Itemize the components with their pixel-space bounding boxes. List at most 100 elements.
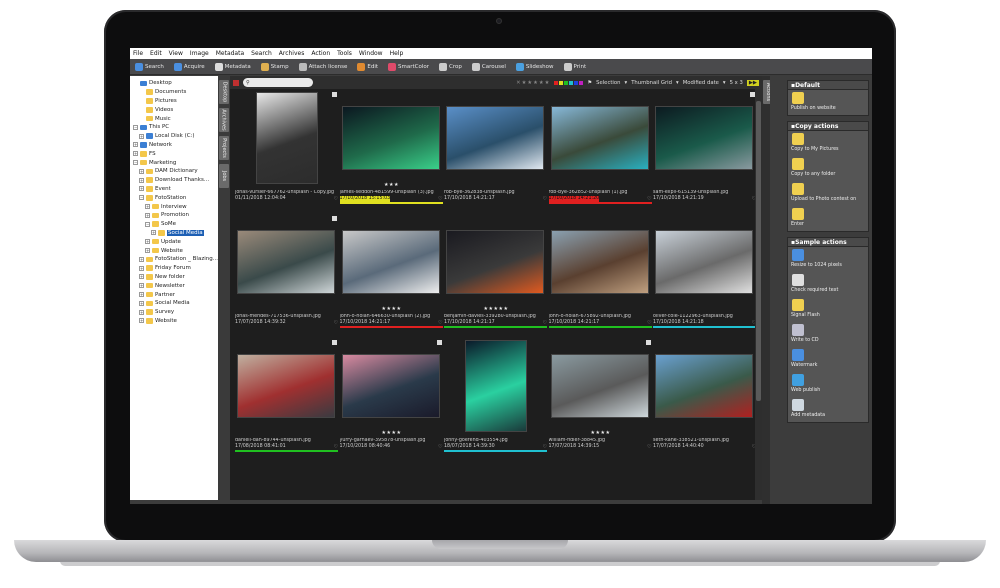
tree-item[interactable]: + Social Media bbox=[130, 299, 218, 308]
tab-archives[interactable]: Archives bbox=[219, 108, 229, 132]
expander-icon[interactable]: + bbox=[139, 186, 144, 192]
thumbnail-cell[interactable]: oliver-cole-1122963-unsplash.jpg 17/10/20… bbox=[652, 216, 758, 336]
grid-size-dropdown[interactable]: 5 x 3 bbox=[730, 80, 743, 86]
action-item[interactable]: Enter bbox=[788, 206, 868, 231]
expander-icon[interactable]: + bbox=[139, 309, 144, 315]
action-item[interactable]: Copy to any folder bbox=[788, 156, 868, 181]
menu-item-window[interactable]: Window bbox=[359, 50, 383, 57]
flag-icon[interactable] bbox=[436, 340, 442, 345]
toolbar-print-button[interactable]: Print bbox=[562, 60, 589, 73]
flag-filter-icon[interactable]: ⚑ bbox=[587, 80, 592, 86]
tree-item[interactable]: + Newsletter bbox=[130, 281, 218, 290]
photo-thumbnail[interactable] bbox=[550, 230, 649, 294]
expander-icon[interactable]: + bbox=[133, 151, 138, 157]
photo-thumbnail[interactable] bbox=[550, 354, 649, 418]
expander-icon[interactable]: + bbox=[133, 142, 138, 148]
heart-icon[interactable]: ♡ bbox=[334, 444, 338, 450]
tree-item[interactable]: + FS bbox=[130, 149, 218, 158]
menu-item-edit[interactable]: Edit bbox=[150, 50, 162, 57]
heart-icon[interactable]: ♡ bbox=[543, 444, 547, 450]
action-item[interactable]: Copy to My Pictures bbox=[788, 131, 868, 156]
tree-item[interactable]: + Network bbox=[130, 141, 218, 150]
tree-item[interactable]: + Local Disk (C:) bbox=[130, 132, 218, 141]
heart-icon[interactable]: ♡ bbox=[334, 320, 338, 326]
rating-stars[interactable]: ★★★★ bbox=[339, 430, 445, 436]
rating-stars[interactable]: ★★★ bbox=[339, 182, 445, 188]
tab-jobs[interactable]: Jobs bbox=[219, 164, 229, 188]
toolbar-metadata-button[interactable]: Metadata bbox=[213, 60, 253, 73]
photo-thumbnail[interactable] bbox=[446, 106, 544, 170]
heart-icon[interactable]: ♡ bbox=[647, 196, 651, 202]
photo-thumbnail[interactable] bbox=[256, 92, 318, 184]
expander-icon[interactable]: + bbox=[139, 292, 144, 298]
toolbar-smartcolor-button[interactable]: SmartColor bbox=[386, 60, 431, 73]
action-item[interactable]: Upload to Photo contest on bbox=[788, 181, 868, 206]
menu-item-archives[interactable]: Archives bbox=[279, 50, 305, 57]
thumbnail-cell[interactable]: ★★★★ william-fidler-38845.jpg 17/07/2018 1… bbox=[548, 340, 654, 460]
toolbar-attach-license-button[interactable]: Attach license bbox=[297, 60, 350, 73]
heart-icon[interactable]: ♡ bbox=[438, 320, 442, 326]
photo-thumbnail[interactable] bbox=[465, 340, 527, 432]
photo-thumbnail[interactable] bbox=[655, 354, 753, 418]
next-icon[interactable]: ▶▶ bbox=[746, 79, 759, 86]
menu-item-action[interactable]: Action bbox=[311, 50, 330, 57]
menu-item-image[interactable]: Image bbox=[190, 50, 209, 57]
thumbnail-cell[interactable]: jonas-vursler-667762-unsplash - Copy.jpg… bbox=[234, 92, 340, 212]
flag-icon[interactable] bbox=[645, 340, 651, 345]
expander-icon[interactable]: + bbox=[145, 248, 150, 254]
menu-item-help[interactable]: Help bbox=[390, 50, 404, 57]
view-mode-dropdown[interactable]: Thumbnail Grid bbox=[631, 80, 672, 86]
tree-item[interactable]: + Interview bbox=[130, 202, 218, 211]
heart-icon[interactable]: ♡ bbox=[334, 196, 338, 202]
expander-icon[interactable]: − bbox=[133, 124, 138, 130]
expander-icon[interactable] bbox=[139, 116, 144, 121]
toolbar-carousel-button[interactable]: Carousel bbox=[470, 60, 508, 73]
rating-filter[interactable]: ✕★★★★★ bbox=[516, 80, 550, 86]
photo-thumbnail[interactable] bbox=[550, 106, 649, 170]
tree-item[interactable]: + Promotion bbox=[130, 211, 218, 220]
expander-icon[interactable]: + bbox=[139, 168, 144, 174]
thumbnail-cell[interactable]: ★★★★ john-o-nolan-646630-unsplash (2).jpg… bbox=[339, 216, 445, 336]
expander-icon[interactable]: + bbox=[145, 239, 150, 245]
photo-thumbnail[interactable] bbox=[446, 230, 544, 294]
menu-item-view[interactable]: View bbox=[169, 50, 183, 57]
action-item[interactable]: Publish on website bbox=[788, 90, 868, 115]
tab-desktop[interactable]: Desktop bbox=[219, 80, 229, 104]
expander-icon[interactable]: + bbox=[139, 283, 144, 289]
expander-icon[interactable]: + bbox=[139, 256, 144, 262]
tree-item[interactable]: − This PC bbox=[130, 123, 218, 132]
thumbnail-cell[interactable]: sam-elipil-615139-unsplash.jpg 17/10/2018… bbox=[652, 92, 758, 212]
photo-thumbnail[interactable] bbox=[341, 106, 440, 170]
toolbar-search-button[interactable]: Search bbox=[133, 60, 166, 73]
tree-item[interactable]: + Update bbox=[130, 237, 218, 246]
expander-icon[interactable]: + bbox=[139, 265, 144, 271]
thumbnail-cell[interactable]: ★★★ james-seddon-481599-unsplash (3).jpg 1… bbox=[339, 92, 445, 212]
view-icon[interactable] bbox=[233, 79, 239, 86]
flag-icon[interactable] bbox=[332, 340, 337, 345]
rating-stars[interactable]: ★★★★ bbox=[339, 306, 445, 312]
photo-thumbnail[interactable] bbox=[655, 230, 753, 294]
selection-dropdown[interactable]: Selection bbox=[596, 80, 620, 86]
thumbnail-cell[interactable]: rob-bye-362838-unsplash.jpg 17/10/2018 14… bbox=[443, 92, 549, 212]
action-item[interactable]: Write to CD bbox=[788, 322, 868, 347]
heart-icon[interactable]: ♡ bbox=[543, 196, 547, 202]
heart-icon[interactable]: ♡ bbox=[438, 196, 442, 202]
expander-icon[interactable]: + bbox=[151, 230, 156, 236]
thumbnail-cell[interactable]: rob-bye-362852-unsplash (1).jpg 17/10/201… bbox=[548, 92, 654, 212]
thumbnail-cell[interactable]: johny-goerend-403554.jpg 18/07/2018 14:39… bbox=[443, 340, 549, 460]
expander-icon[interactable]: + bbox=[145, 204, 150, 210]
tree-item[interactable]: + DAM Dictionary bbox=[130, 167, 218, 176]
thumbnail-cell[interactable]: danieli-dan-89744-unsplash.jpg 17/08/2018… bbox=[234, 340, 340, 460]
menu-item-tools[interactable]: Tools bbox=[337, 50, 352, 57]
flag-icon[interactable] bbox=[332, 216, 337, 221]
expander-icon[interactable]: − bbox=[145, 221, 150, 227]
thumbnail-cell[interactable]: john-o-nolan-675892-unsplash.jpg 17/10/20… bbox=[548, 216, 654, 336]
tree-item[interactable]: + Social Media bbox=[130, 229, 218, 238]
expander-icon[interactable] bbox=[139, 90, 144, 95]
tree-item[interactable]: + Event bbox=[130, 185, 218, 194]
action-item[interactable]: Add metadata bbox=[788, 397, 868, 422]
toolbar-stamp-button[interactable]: Stamp bbox=[259, 60, 291, 73]
thumbnail-cell[interactable]: ★★★★★ benjamin-davies-339280-unsplash.jpg… bbox=[443, 216, 549, 336]
tree-item[interactable]: − SoMe bbox=[130, 220, 218, 229]
rating-stars[interactable]: ★★★★ bbox=[548, 430, 654, 436]
